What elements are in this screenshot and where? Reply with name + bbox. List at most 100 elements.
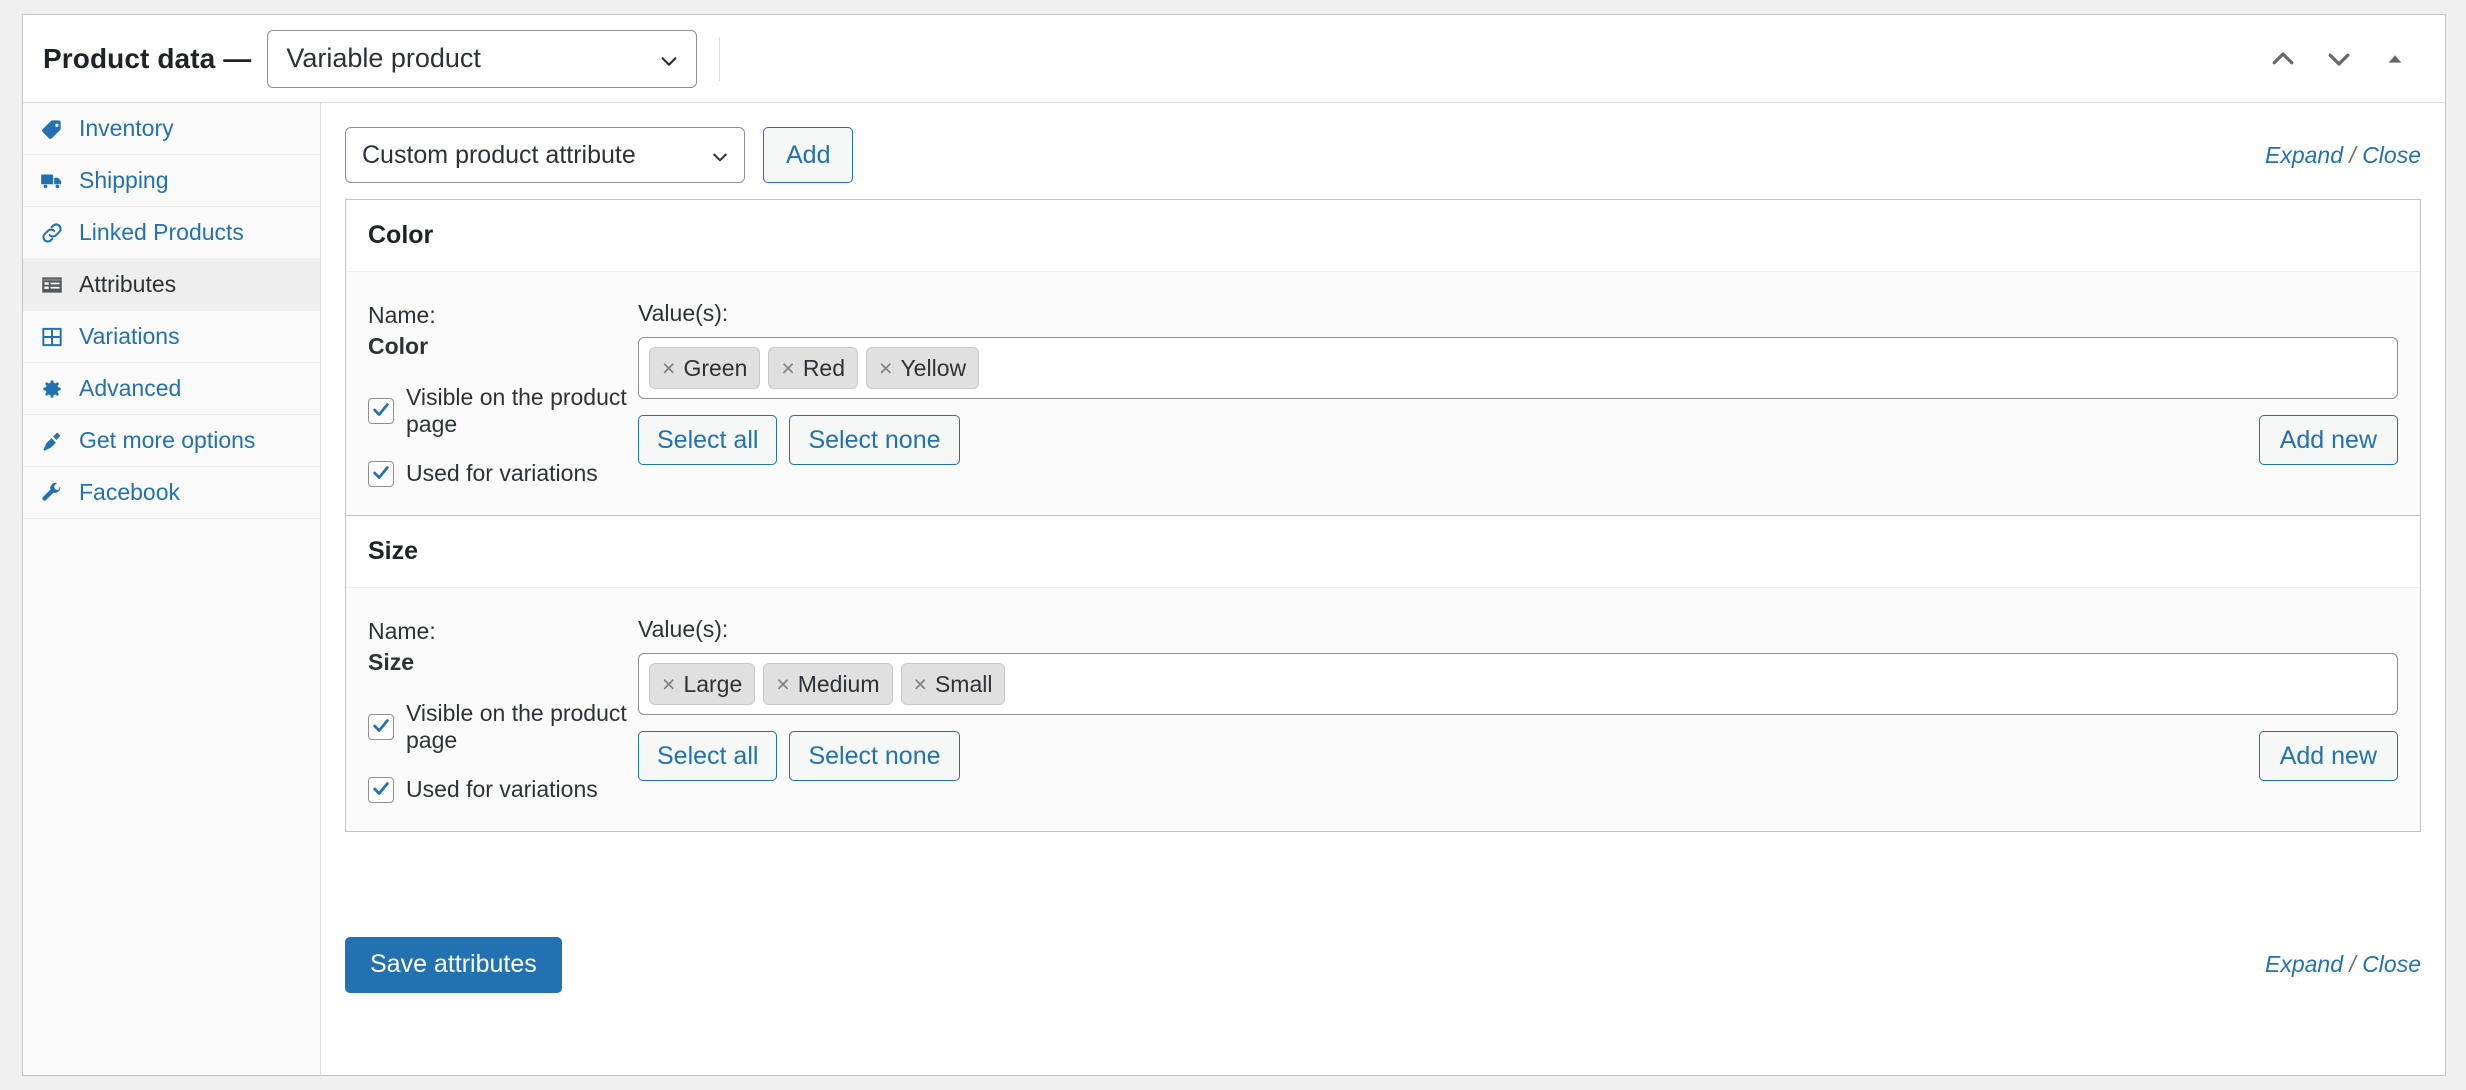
page-title: Product data — [43, 42, 252, 74]
plug-icon [37, 426, 67, 456]
list-view-icon [37, 270, 67, 300]
remove-token-icon[interactable]: × [776, 672, 789, 696]
close-link-bottom[interactable]: Close [2362, 951, 2421, 977]
truck-icon [37, 166, 67, 196]
attribute-meta: Name: Size Visible on the product page U… [368, 616, 636, 803]
value-token-label: Green [683, 354, 748, 381]
value-token[interactable]: × Green [649, 347, 761, 389]
visible-checkbox[interactable] [368, 714, 394, 741]
attribute-name-label: Name: [368, 618, 436, 645]
attribute-type-value: Custom product attribute [362, 140, 636, 169]
select-none-button[interactable]: Select none [789, 415, 960, 465]
sidebar-item-get-more-options[interactable]: Get more options [23, 415, 320, 467]
value-token-label: Small [934, 670, 993, 697]
attribute-meta: Name: Color Visible on the product page [368, 300, 636, 487]
sidebar-item-advanced[interactable]: Advanced [23, 363, 320, 415]
attribute-name-label: Name: [368, 302, 436, 328]
move-down-button[interactable] [2315, 35, 2363, 83]
panel-body: Inventory Shipping Linked Products Attri… [23, 103, 2445, 1075]
variations-checkbox[interactable] [368, 776, 394, 803]
value-token[interactable]: × Red [768, 347, 859, 389]
variations-checkbox-label: Used for variations [406, 776, 598, 803]
expand-close-top: Expand / Close [2265, 142, 2421, 169]
move-up-button[interactable] [2259, 35, 2307, 83]
sidebar-item-label: Facebook [79, 479, 181, 505]
variations-checkbox[interactable] [368, 460, 394, 487]
attribute-values: Value(s): × Large × Medium × Small Selec… [636, 616, 2398, 803]
attribute-content: Name: Color Visible on the product page [346, 272, 2420, 516]
toggle-panel-button[interactable] [2371, 35, 2419, 83]
header-actions [2259, 35, 2419, 83]
value-token-label: Yellow [900, 354, 967, 381]
variations-checkbox-label: Used for variations [406, 460, 598, 487]
attribute-type-select[interactable]: Custom product attribute [345, 127, 745, 183]
attributes-toolbar: Custom product attribute Add Expand / Cl… [345, 125, 2421, 185]
values-label: Value(s): [638, 616, 729, 643]
visible-checkbox-row[interactable]: Visible on the product page [368, 384, 636, 438]
attribute-header[interactable]: Size [346, 516, 2420, 589]
visible-checkbox-row[interactable]: Visible on the product page [368, 700, 636, 754]
select-none-button[interactable]: Select none [789, 731, 960, 782]
visible-checkbox-label: Visible on the product page [406, 384, 627, 438]
gear-icon [37, 374, 67, 404]
sidebar-item-label: Variations [79, 323, 180, 349]
value-token[interactable]: × Yellow [866, 347, 980, 389]
value-token[interactable]: × Large [649, 663, 756, 706]
values-token-field[interactable]: × Green × Red × Yellow [638, 337, 2398, 399]
sidebar-item-label: Shipping [79, 167, 169, 193]
product-type-value: Variable product [286, 43, 481, 73]
value-token-label: Large [683, 670, 743, 697]
attribute-title: Size [368, 537, 419, 566]
sidebar-item-linked-products[interactable]: Linked Products [23, 207, 320, 259]
attribute-header[interactable]: Color [346, 200, 2420, 272]
values-actions: Select all Select none Add new [638, 415, 2398, 465]
expand-link-bottom[interactable]: Expand [2265, 951, 2343, 977]
values-token-field[interactable]: × Large × Medium × Small [638, 653, 2398, 716]
attribute-name-value: Color [368, 333, 429, 360]
sidebar-item-label: Get more options [79, 427, 256, 453]
attribute-title: Color [368, 221, 434, 249]
sidebar-item-attributes[interactable]: Attributes [23, 259, 320, 311]
expand-link-top[interactable]: Expand [2265, 142, 2343, 168]
remove-token-icon[interactable]: × [879, 356, 892, 380]
link-icon [37, 218, 67, 248]
save-attributes-button[interactable]: Save attributes [345, 936, 562, 993]
attribute-group: Size Name: Size Visible on the product p… [346, 515, 2420, 832]
remove-token-icon[interactable]: × [914, 672, 927, 696]
panel-header: Product data — Variable product [23, 15, 2445, 103]
value-token-label: Medium [797, 670, 880, 697]
tag-icon [37, 114, 67, 144]
sidebar-item-variations[interactable]: Variations [23, 311, 320, 363]
header-divider [719, 36, 721, 81]
remove-token-icon[interactable]: × [781, 356, 794, 380]
chevron-down-icon [658, 48, 680, 70]
expand-close-separator: / [2349, 951, 2356, 978]
variations-checkbox-row[interactable]: Used for variations [368, 460, 636, 487]
values-label: Value(s): [638, 300, 729, 326]
chevron-down-icon [710, 145, 730, 165]
attribute-name-value: Size [368, 649, 415, 676]
product-type-select[interactable]: Variable product [267, 29, 698, 88]
attributes-footer: Save attributes Expand / Close [345, 832, 2421, 1075]
value-token[interactable]: × Small [900, 663, 1006, 706]
variations-checkbox-row[interactable]: Used for variations [368, 776, 636, 803]
close-link-top[interactable]: Close [2362, 142, 2421, 168]
sidebar-item-inventory[interactable]: Inventory [23, 103, 320, 155]
select-all-button[interactable]: Select all [638, 415, 778, 465]
remove-token-icon[interactable]: × [662, 672, 675, 696]
sidebar-item-shipping[interactable]: Shipping [23, 155, 320, 207]
add-new-value-button[interactable]: Add new [2258, 415, 2398, 465]
add-attribute-button[interactable]: Add [763, 127, 854, 183]
grid-icon [37, 322, 67, 352]
remove-token-icon[interactable]: × [662, 356, 675, 380]
values-actions: Select all Select none Add new [638, 731, 2398, 782]
add-new-value-button[interactable]: Add new [2258, 731, 2398, 782]
value-token[interactable]: × Medium [763, 663, 893, 706]
visible-checkbox-label: Visible on the product page [406, 700, 627, 754]
visible-checkbox[interactable] [368, 398, 394, 425]
select-all-button[interactable]: Select all [638, 731, 778, 782]
attributes-list: Color Name: Color Visible on the product… [345, 199, 2421, 833]
sidebar-item-facebook[interactable]: Facebook [23, 467, 320, 519]
expand-close-separator: / [2349, 141, 2356, 168]
attributes-panel: Custom product attribute Add Expand / Cl… [321, 103, 2445, 1075]
